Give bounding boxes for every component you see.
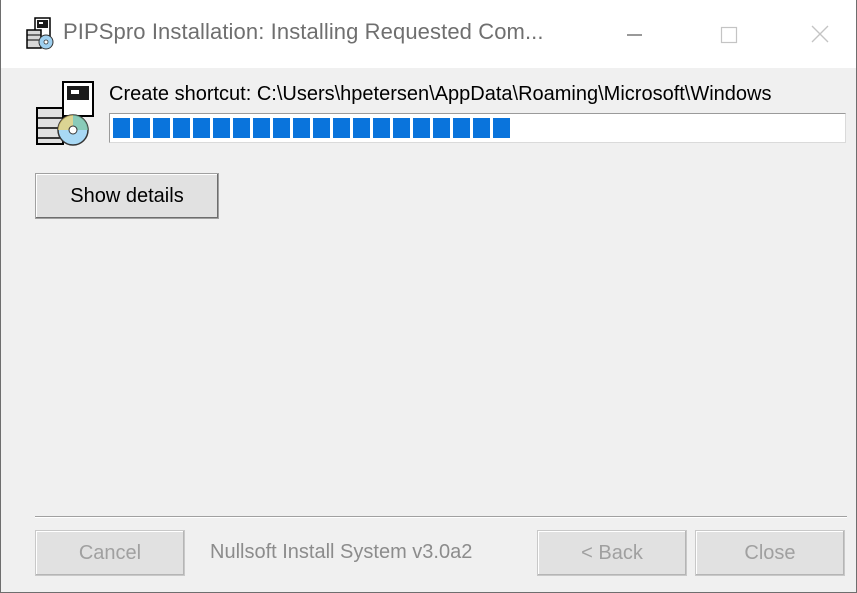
title-bar[interactable]: PIPSpro Installation: Installing Request… xyxy=(1,0,856,68)
branding-text: Nullsoft Install System v3.0a2 xyxy=(210,541,473,563)
status-text: Create shortcut: C:\Users\hpetersen\AppD… xyxy=(109,83,772,105)
progress-bar xyxy=(109,113,846,143)
minimize-icon[interactable] xyxy=(597,0,673,68)
installer-cd-icon xyxy=(33,78,103,150)
close-icon[interactable] xyxy=(781,0,857,68)
back-button[interactable]: < Back xyxy=(537,530,687,576)
progress-fill xyxy=(113,118,510,138)
maximize-icon[interactable] xyxy=(693,0,769,68)
installer-icon xyxy=(23,16,57,50)
cancel-button[interactable]: Cancel xyxy=(35,530,185,576)
close-button[interactable]: Close xyxy=(695,530,845,576)
installer-window: PIPSpro Installation: Installing Request… xyxy=(0,0,857,593)
window-title: PIPSpro Installation: Installing Request… xyxy=(63,19,544,44)
divider xyxy=(35,516,847,518)
show-details-button[interactable]: Show details xyxy=(35,173,219,219)
